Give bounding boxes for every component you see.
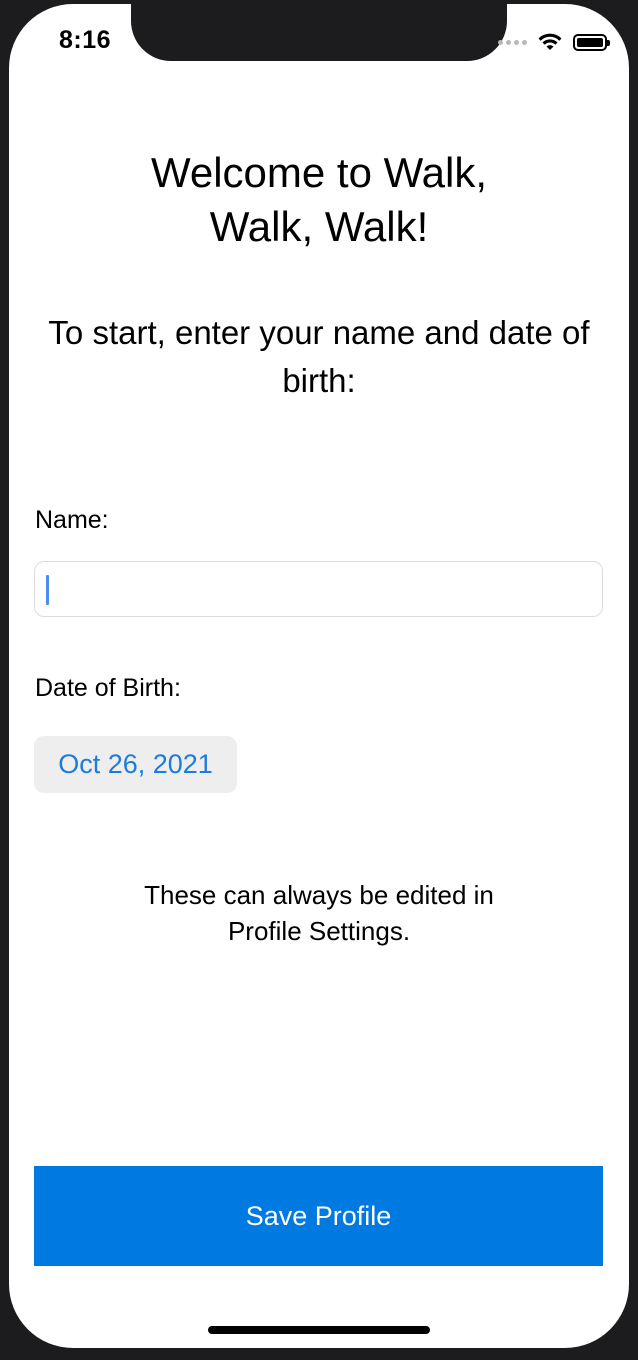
device-notch bbox=[131, 4, 507, 61]
wifi-icon bbox=[537, 32, 563, 52]
signal-dots-icon bbox=[498, 39, 527, 45]
welcome-title-line-1: Welcome to Walk, bbox=[150, 149, 488, 196]
name-input[interactable] bbox=[34, 561, 603, 617]
device-frame: 8:16 Welcome to Walk, Walk, Walk! To sta… bbox=[0, 0, 638, 1360]
app-screen: 8:16 Welcome to Walk, Walk, Walk! To sta… bbox=[9, 4, 629, 1348]
save-profile-button[interactable]: Save Profile bbox=[34, 1166, 603, 1266]
battery-icon bbox=[573, 33, 610, 51]
date-of-birth-label: Date of Birth: bbox=[35, 674, 181, 702]
welcome-title: Welcome to Walk, Walk, Walk! bbox=[9, 146, 629, 254]
text-cursor bbox=[46, 575, 49, 605]
instruction-text: To start, enter your name and date of bi… bbox=[48, 314, 590, 399]
edit-note: These can always be edited in Profile Se… bbox=[69, 877, 569, 949]
home-indicator[interactable] bbox=[208, 1326, 430, 1334]
edit-note-line-2: Profile Settings. bbox=[227, 916, 411, 946]
status-bar-time: 8:16 bbox=[59, 26, 112, 54]
battery-level-fill bbox=[577, 37, 603, 47]
status-bar-icons bbox=[498, 30, 610, 54]
edit-note-line-1: These can always be edited in bbox=[144, 880, 494, 910]
welcome-title-line-2: Walk, Walk! bbox=[209, 203, 429, 250]
name-label: Name: bbox=[35, 506, 109, 534]
date-of-birth-picker[interactable]: Oct 26, 2021 bbox=[34, 736, 237, 793]
